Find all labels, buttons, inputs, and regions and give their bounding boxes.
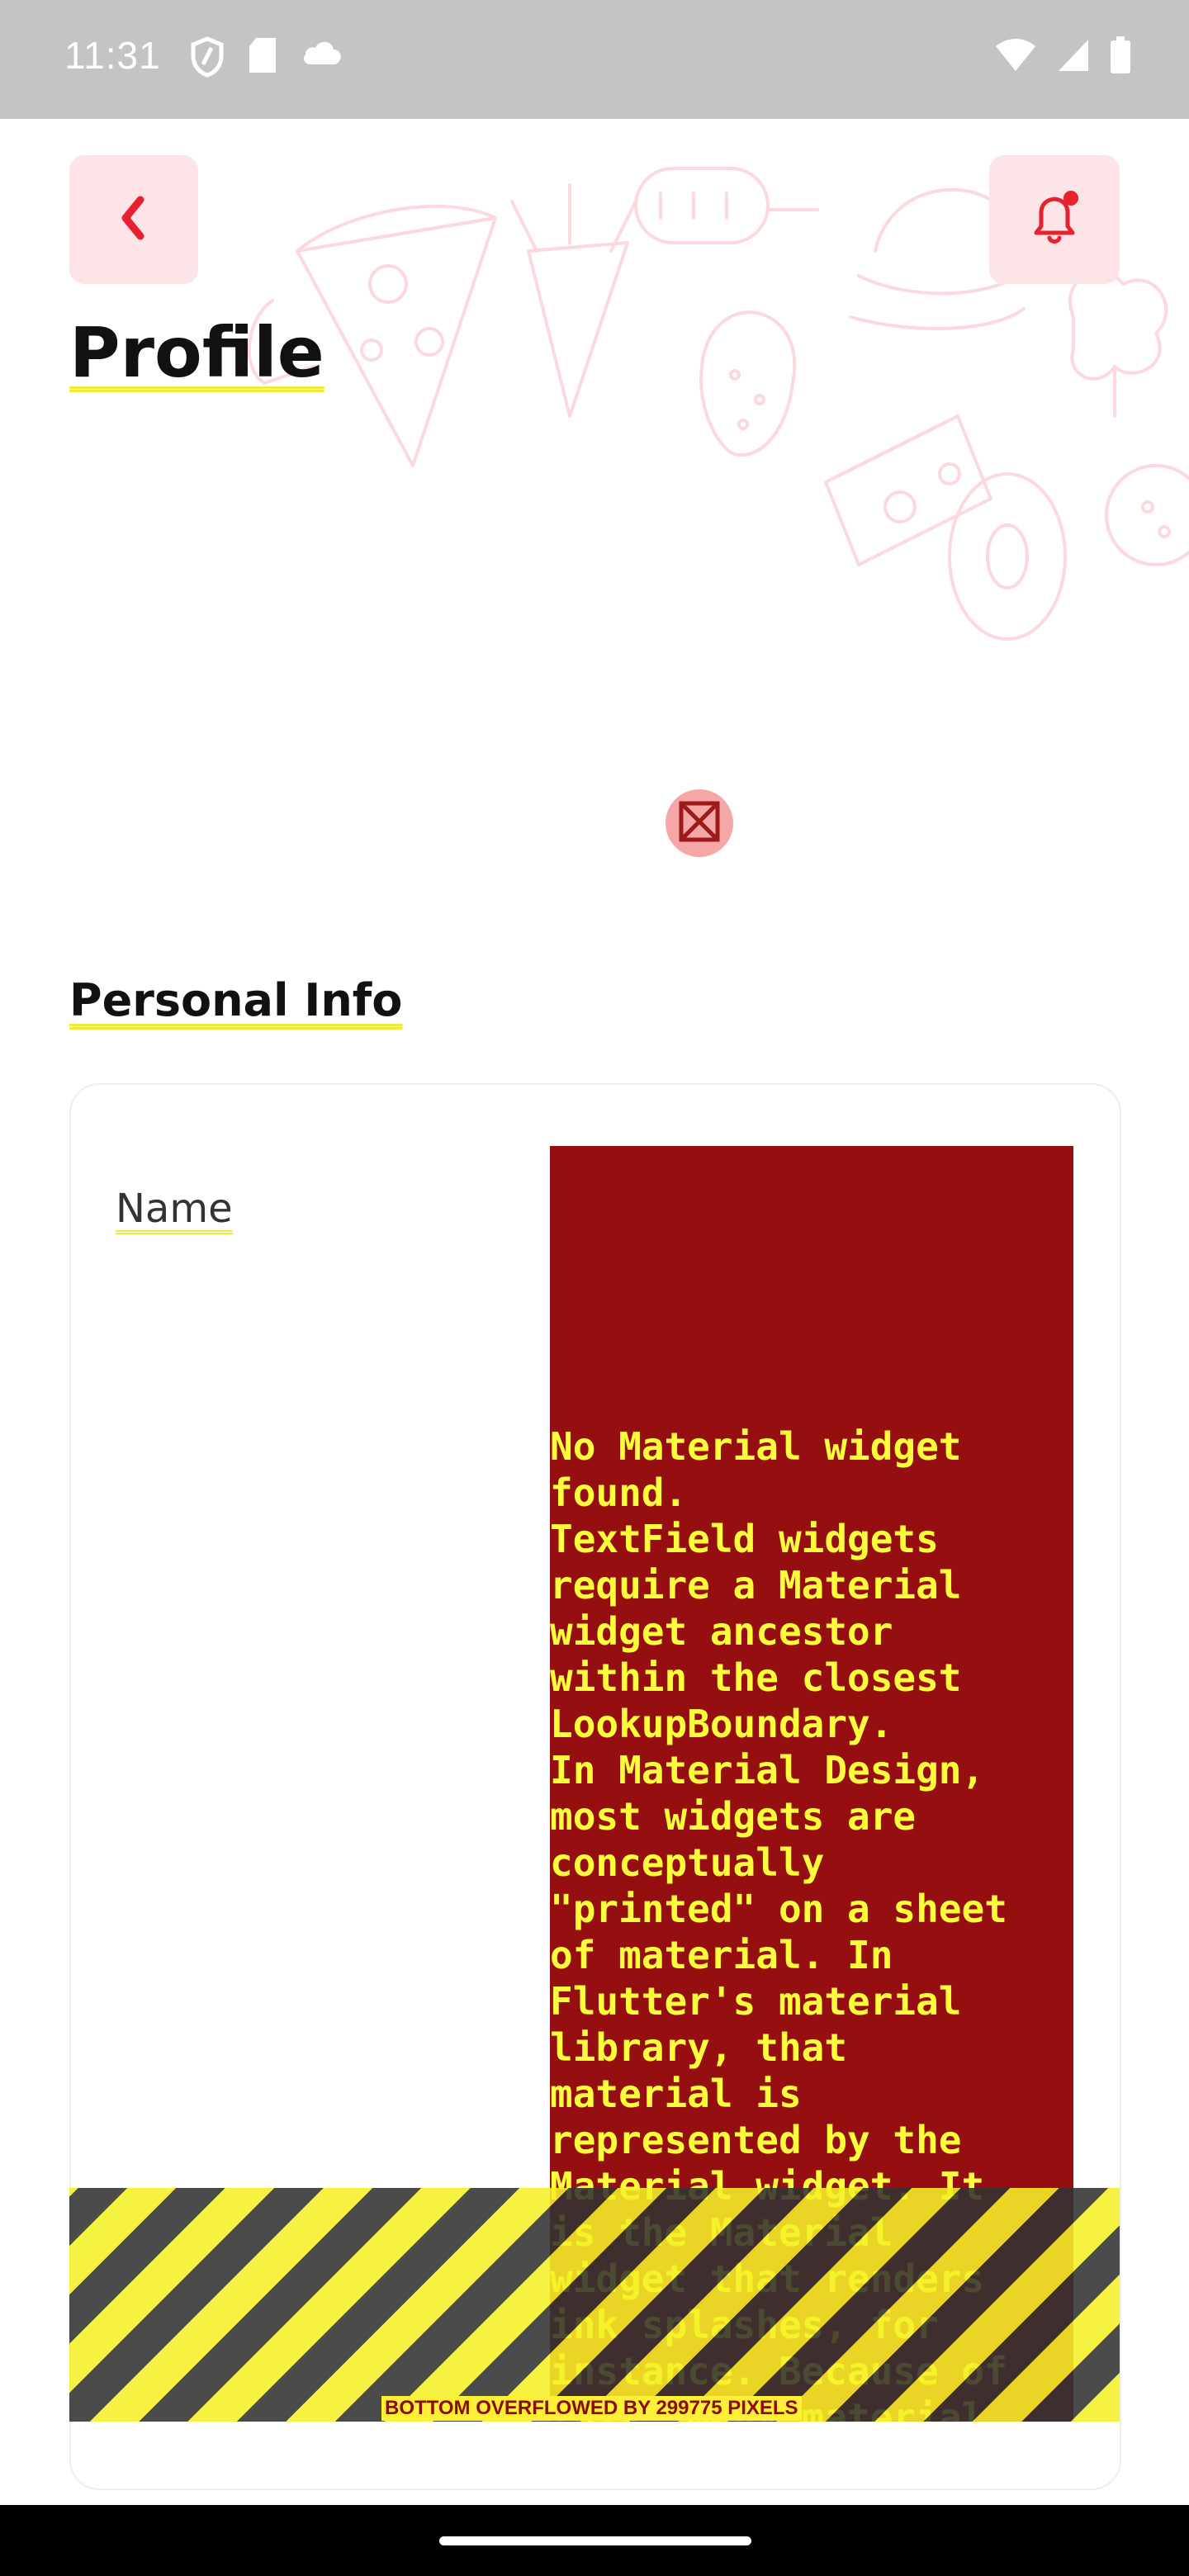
shield-icon [190, 36, 225, 81]
wifi-icon [994, 36, 1037, 78]
page-title: Profile [69, 312, 324, 393]
avatar[interactable] [666, 789, 733, 857]
status-time: 11:31 [64, 34, 161, 77]
overflow-warning-stripes [69, 2188, 1120, 2422]
overflow-label: BOTTOM OVERFLOWED BY 299775 PIXELS [381, 2396, 802, 2421]
personal-info-title: Personal Info [69, 974, 403, 1026]
signal-icon [1057, 36, 1090, 78]
cloud-icon [301, 36, 343, 81]
broken-image-icon [678, 800, 721, 846]
status-bar: 11:31 [0, 0, 1189, 119]
bell-icon [1021, 185, 1087, 254]
battery-icon [1110, 36, 1131, 78]
status-right-icons [994, 36, 1131, 78]
home-indicator[interactable] [439, 2536, 751, 2545]
status-left-icons [190, 36, 343, 81]
back-button[interactable] [69, 155, 198, 284]
chevron-left-icon [117, 193, 150, 246]
name-field-label: Name [116, 1186, 233, 1232]
sd-card-icon [248, 36, 277, 81]
notification-button[interactable] [989, 155, 1120, 284]
